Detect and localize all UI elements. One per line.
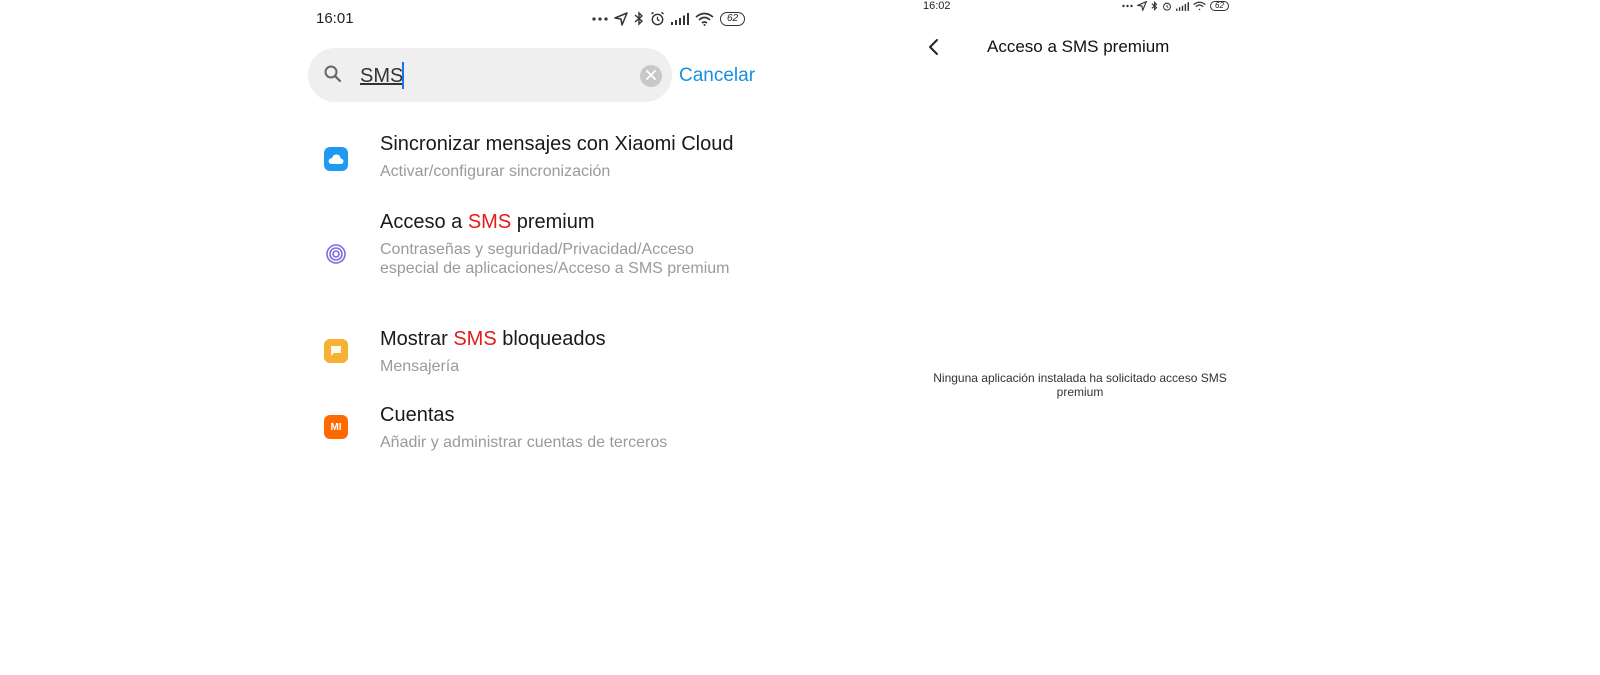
search-input[interactable] <box>360 62 622 90</box>
empty-state-message: Ninguna aplicación instalada ha solicita… <box>933 371 1227 399</box>
mi-logo-icon: MI <box>324 415 348 439</box>
battery-indicator: 62 <box>720 11 746 26</box>
text-cursor <box>402 62 404 89</box>
search-result-premium-sms-access[interactable]: Acceso a SMS premium Contraseñas y segur… <box>320 206 760 302</box>
search-result-sync-xiaomi-cloud[interactable]: Sincronizar mensajes con Xiaomi Cloud Ac… <box>320 130 760 190</box>
chevron-left-icon <box>925 39 943 61</box>
result-title-suffix: premium <box>511 211 595 233</box>
result-title-highlight: SMS <box>467 211 512 233</box>
signal-icon <box>671 12 689 25</box>
alarm-icon <box>650 11 665 26</box>
battery-indicator: 62 <box>1210 1 1229 11</box>
cancel-button[interactable]: Cancelar <box>679 65 755 87</box>
status-icons: 62 <box>1122 1 1229 11</box>
result-subtitle: Mensajería <box>380 358 460 375</box>
result-subtitle: Activar/configurar sincronización <box>380 163 611 180</box>
page-title: Acceso a SMS premium <box>987 37 1170 56</box>
status-time: 16:02 <box>923 0 951 12</box>
clear-search-button[interactable] <box>640 65 662 87</box>
result-title: Cuentas <box>380 404 455 426</box>
result-title-prefix: Mostrar <box>380 328 454 350</box>
result-subtitle: Añadir y administrar cuentas de terceros <box>380 434 668 451</box>
location-icon <box>614 11 628 26</box>
back-button[interactable] <box>925 37 943 62</box>
result-subtitle: Contraseñas y seguridad/Privacidad/Acces… <box>380 241 730 277</box>
search-icon <box>323 64 343 89</box>
more-dots-icon <box>1122 4 1133 8</box>
result-title-prefix: Acceso a <box>380 211 468 233</box>
result-title: Sincronizar mensajes con Xiaomi Cloud <box>380 133 734 155</box>
close-icon <box>646 67 656 85</box>
result-title: Mostrar SMS bloqueados <box>380 328 606 351</box>
fingerprint-icon <box>324 242 348 266</box>
status-icons: 62 <box>592 11 746 26</box>
message-icon <box>324 339 348 363</box>
search-result-accounts[interactable]: MI Cuentas Añadir y administrar cuentas … <box>320 398 760 458</box>
more-dots-icon <box>592 16 608 22</box>
cloud-icon <box>324 147 348 171</box>
result-title-highlight: SMS <box>453 328 497 350</box>
alarm-icon <box>1162 1 1172 11</box>
search-result-blocked-sms[interactable]: Mostrar SMS bloqueados Mensajería <box>320 322 760 382</box>
location-icon <box>1137 1 1147 11</box>
result-title-suffix: bloqueados <box>496 328 606 350</box>
signal-icon <box>1176 1 1189 11</box>
status-time: 16:01 <box>316 10 354 27</box>
wifi-icon <box>1193 1 1206 11</box>
wifi-icon <box>695 12 714 26</box>
result-title: Acceso a SMS premium <box>380 211 595 234</box>
bluetooth-icon <box>1151 1 1158 11</box>
bluetooth-icon <box>634 11 644 26</box>
